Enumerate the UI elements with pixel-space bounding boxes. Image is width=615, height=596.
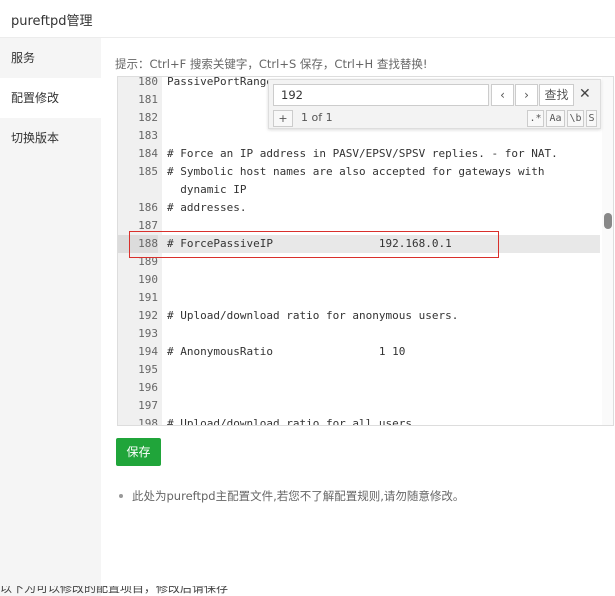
save-button[interactable]: 保存 <box>116 438 161 466</box>
line-number: 187 <box>138 219 158 232</box>
code-line[interactable]: 185 # Symbolic host names are also accept… <box>118 163 600 199</box>
line-number: 190 <box>138 273 158 286</box>
line-number: 189 <box>138 255 158 268</box>
line-text[interactable]: # addresses. <box>167 199 246 217</box>
code-line[interactable]: 197 <box>118 397 600 415</box>
sidebar-item-version[interactable]: 切换版本 <box>0 118 101 158</box>
sidebar-item-config[interactable]: 配置修改 <box>0 78 101 118</box>
whole-word-toggle[interactable]: \b <box>567 110 584 127</box>
line-number: 183 <box>138 129 158 142</box>
code-line[interactable]: 196 <box>118 379 600 397</box>
code-line[interactable]: 195 <box>118 361 600 379</box>
code-line[interactable]: 187 <box>118 217 600 235</box>
prev-match-button[interactable]: ‹ <box>491 84 514 106</box>
line-number: 188 <box>118 235 158 253</box>
main-panel: 提示：Ctrl+F 搜索关键字，Ctrl+S 保存，Ctrl+H 查找替换! 1… <box>101 38 615 596</box>
line-text[interactable]: # Upload/download ratio for anonymous us… <box>167 307 458 325</box>
line-number: 186 <box>138 201 158 214</box>
search-options-row: + 1 of 1 .* Aa \b S <box>273 110 597 127</box>
line-number: 184 <box>138 147 158 160</box>
window-titlebar: pureftpd管理 <box>0 0 615 38</box>
code-line[interactable]: 191 <box>118 289 600 307</box>
match-count: 1 of 1 <box>301 111 333 124</box>
close-search-icon[interactable]: ✕ <box>579 86 591 102</box>
sidebar: 服务 配置修改 切换版本 <box>0 38 101 596</box>
code-line[interactable]: 194 # AnonymousRatio 1 10 <box>118 343 600 361</box>
line-text[interactable]: PassivePortRange <box>167 77 273 91</box>
expand-replace-button[interactable]: + <box>273 110 293 127</box>
line-text[interactable]: # ForcePassiveIP 192.168.0.1 <box>167 235 452 253</box>
line-text[interactable]: # AnonymousRatio 1 10 <box>167 343 405 361</box>
editor-scrollbar[interactable] <box>602 77 613 425</box>
in-selection-toggle[interactable]: S <box>586 110 597 127</box>
line-number: 180 <box>138 76 158 88</box>
line-number: 193 <box>138 327 158 340</box>
clipped-bottom-text: 以下为可以修改的配置项目，修改后请保存 <box>0 586 229 595</box>
search-panel: 192 ‹ › 查找 ✕ + 1 of 1 .* Aa \b S <box>268 79 601 129</box>
code-line[interactable]: 186 # addresses. <box>118 199 600 217</box>
code-line[interactable]: 193 <box>118 325 600 343</box>
scrollbar-thumb[interactable] <box>604 213 612 229</box>
note-item: 此处为pureftpd主配置文件,若您不了解配置规则,请勿随意修改。 <box>119 488 464 504</box>
code-line[interactable]: 183 <box>118 127 600 145</box>
code-line[interactable]: 190 <box>118 271 600 289</box>
window-title: pureftpd管理 <box>11 14 93 29</box>
line-text[interactable]: # Force an IP address in PASV/EPSV/SPSV … <box>167 145 558 163</box>
line-text[interactable]: # Upload/download ratio for all users. <box>167 415 419 425</box>
line-number: 194 <box>138 345 158 358</box>
code-line[interactable]: 192 # Upload/download ratio for anonymous… <box>118 307 600 325</box>
shortcut-hint: 提示：Ctrl+F 搜索关键字，Ctrl+S 保存，Ctrl+H 查找替换! <box>115 57 428 71</box>
line-number: 197 <box>138 399 158 412</box>
line-number: 185 <box>138 165 158 178</box>
sidebar-item-service[interactable]: 服务 <box>0 38 101 78</box>
code-line[interactable]: 188 # ForcePassiveIP 192.168.0.1 <box>118 235 600 253</box>
case-toggle[interactable]: Aa <box>546 110 565 127</box>
line-number: 191 <box>138 291 158 304</box>
line-number: 195 <box>138 363 158 376</box>
notes-list: 此处为pureftpd主配置文件,若您不了解配置规则,请勿随意修改。 <box>119 488 464 504</box>
line-number: 181 <box>138 93 158 106</box>
code-line[interactable]: 189 <box>118 253 600 271</box>
code-line[interactable]: 184 # Force an IP address in PASV/EPSV/SP… <box>118 145 600 163</box>
regex-toggle[interactable]: .* <box>527 110 544 127</box>
line-number: 182 <box>138 111 158 124</box>
code-line[interactable]: 198 # Upload/download ratio for all users… <box>118 415 600 426</box>
line-text[interactable]: # Symbolic host names are also accepted … <box>167 163 545 199</box>
line-number: 196 <box>138 381 158 394</box>
config-editor[interactable]: 180 PassivePortRange 181 182 183 184 # Force a… <box>117 76 614 426</box>
line-number: 198 <box>138 417 158 426</box>
next-match-button[interactable]: › <box>515 84 538 106</box>
find-button[interactable]: 查找 <box>539 84 574 106</box>
line-number: 192 <box>138 309 158 322</box>
search-input[interactable]: 192 <box>273 84 489 106</box>
